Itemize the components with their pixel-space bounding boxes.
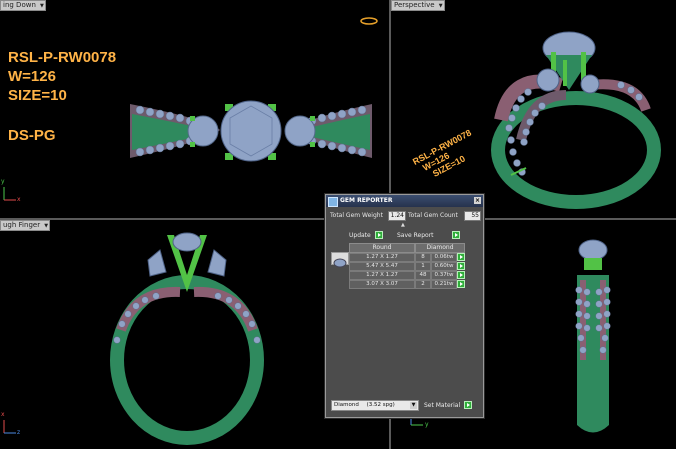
gem-thumbnail-icon	[331, 252, 349, 268]
total-count-label: Total Gem Count	[408, 212, 458, 219]
panel-title-bar[interactable]: GEM REPORTER ×	[326, 195, 483, 207]
gem-count: 48	[415, 271, 431, 280]
material-name: Diamond	[334, 402, 359, 408]
material-select[interactable]: Diamond (3.52 spg) ▼	[331, 400, 419, 411]
column-header-round: Round	[349, 243, 415, 253]
chevron-up-icon: ▲	[401, 222, 405, 228]
row-arrow-icon[interactable]	[457, 262, 465, 270]
gem-count: 8	[415, 253, 431, 262]
update-button[interactable]: Update	[349, 232, 371, 239]
gem-size: 1.27 X 1.27	[349, 253, 415, 262]
ring-perspective-view	[491, 31, 661, 209]
row-arrow-icon[interactable]	[457, 280, 465, 288]
save-report-arrow-icon[interactable]	[452, 231, 460, 239]
viewport-top-left[interactable]: ing Down ▼ RSL-P-RW0078 W=126 SIZE=10 DS-…	[0, 0, 389, 218]
gem-count: 1	[415, 262, 431, 271]
gem-weight: 0.06tw	[431, 253, 457, 262]
total-count-value: 55	[464, 211, 481, 221]
total-weight-label: Total Gem Weight	[330, 212, 383, 219]
gem-size: 5.47 X 5.47	[349, 262, 415, 271]
ring-top-view	[3, 17, 378, 201]
axis-z-label: z	[17, 429, 21, 436]
axis-y-label: y	[1, 178, 5, 185]
set-material-button[interactable]: Set Material	[424, 402, 460, 409]
gem-icon	[328, 197, 338, 207]
gem-weight: 0.21tw	[431, 280, 457, 289]
axis-x-label: x	[17, 196, 21, 203]
chevron-down-icon: ▼	[410, 402, 417, 409]
gem-size: 1.27 X 1.27	[349, 271, 415, 280]
update-arrow-icon[interactable]	[375, 231, 383, 239]
gem-weight: 0.60tw	[431, 262, 457, 271]
row-arrow-icon[interactable]	[457, 271, 465, 279]
gem-count: 2	[415, 280, 431, 289]
viewport-top-right[interactable]: Perspective ▼ RSL-P-RW0078 W=126 SIZE=10	[391, 0, 676, 218]
panel-title: GEM REPORTER	[340, 197, 393, 204]
material-sg: (3.52 spg)	[366, 402, 395, 408]
total-weight-value: 1.24	[388, 211, 406, 221]
close-icon[interactable]: ×	[474, 197, 481, 204]
set-material-arrow-icon[interactable]	[464, 401, 472, 409]
row-arrow-icon[interactable]	[457, 253, 465, 261]
gem-weight: 0.37tw	[431, 271, 457, 280]
axis-y-label: y	[425, 421, 429, 428]
save-report-button[interactable]: Save Report	[397, 232, 434, 239]
axis-x-label: x	[1, 411, 5, 418]
column-header-diamond: Diamond	[415, 243, 465, 253]
gem-size: 3.07 X 3.07	[349, 280, 415, 289]
